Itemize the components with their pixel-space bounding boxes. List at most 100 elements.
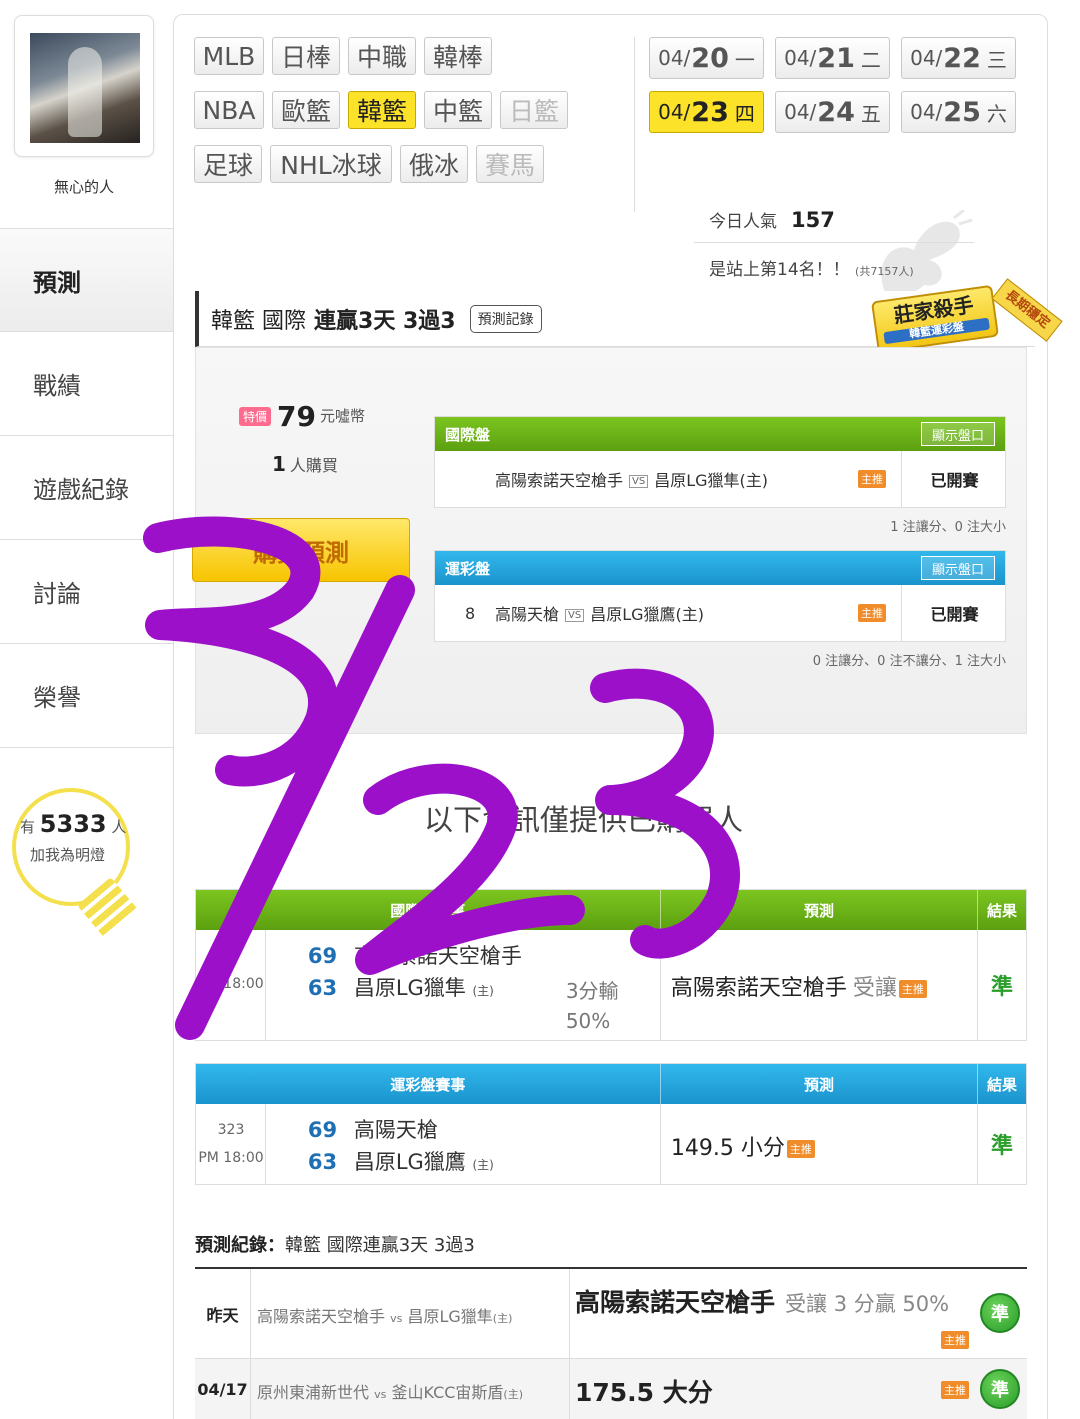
lottery-result-row: 323 PM 18:00 69 高陽天槍 63 昌原LG獵鷹 (主) 149.5 小… [196,1104,1026,1184]
sport-japan-basketball[interactable]: 日籃 [500,91,568,129]
buyer-label: 人購買 [289,456,338,475]
prediction: 高陽索諾天空槍手 受讓 主推 [671,970,927,1002]
record-table: 昨天 高陽索諾天空槍手 vs 昌原LG獵隼(主) 高陽索諾天空槍手 受讓 3 分贏… [195,1267,1027,1419]
lottery-result-header: 運彩盤賽事 預測 結果 [196,1064,1026,1104]
home-team: 釜山KCC宙斯盾 [391,1383,504,1402]
sport-korea-basketball[interactable]: 韓籃 [348,91,416,129]
date-day: 21 [817,42,855,74]
main-pick-tag: 主推 [898,980,927,998]
intl-odds-note: 1 注讓分、0 注大小 [890,520,1006,535]
buy-prediction-button[interactable]: 購買預測 [192,518,410,582]
home-line: 63 昌原LG獵隼 (主) [308,972,494,1002]
vs-icon: VS [565,609,585,622]
main-pick-tag: 主推 [941,1331,969,1349]
game-status: 已開賽 [901,451,1007,507]
vs-label: vs [390,1312,403,1325]
rank-total: (共7157人) [855,265,914,278]
date-0423[interactable]: 04/23 四 [649,91,764,133]
sidebar-nav: 預測 戰績 遊戲紀錄 討論 榮譽 [0,228,175,748]
sport-horse-racing[interactable]: 賽馬 [476,145,544,183]
sport-cpbl[interactable]: 中職 [348,37,416,75]
sidebar-item-honor[interactable]: 榮譽 [0,644,175,748]
home-tag: (主) [472,1158,494,1172]
date-month: 04/ [658,100,691,124]
username[interactable]: 無心的人 [0,176,168,197]
follow-lamp[interactable]: 有 5333 人 加我為明燈 [12,788,139,939]
date-0424[interactable]: 04/24 五 [775,91,890,133]
price-unit: 元噓幣 [319,407,365,425]
sport-euro-basketball[interactable]: 歐籃 [272,91,340,129]
date-weekday: 四 [734,101,755,126]
lottery-result-table: 運彩盤賽事 預測 結果 323 PM 18:00 69 高陽天槍 63 昌原LG獵鷹… [195,1063,1027,1185]
col-result: 結果 [987,901,1018,920]
date-day: 20 [691,42,729,74]
prediction-cell: 149.5 小分 主推 [661,1104,979,1184]
sport-npb[interactable]: 日棒 [272,37,340,75]
result-correct-icon: 準 [980,1369,1020,1409]
sport-kbo[interactable]: 韓棒 [424,37,492,75]
away-team: 高陽天槍 [495,605,560,624]
rank-text: 是站上第14名！！ [709,260,850,280]
record-title: 預測紀錄：韓籃 國際連贏3天 3過3 [195,1231,475,1257]
record-prediction: 高陽索諾天空槍手 受讓 3 分贏 50% [569,1269,969,1358]
card-streak: 連贏3天 3過3 [314,308,456,334]
date-weekday: 二 [860,47,881,72]
prediction-team: 高陽索諾天空槍手 [670,976,847,1001]
date-day: 22 [943,42,981,74]
prediction-record-button[interactable]: 預測記錄 [469,304,542,333]
record-row[interactable]: 昨天 高陽索諾天空槍手 vs 昌原LG獵隼(主) 高陽索諾天空槍手 受讓 3 分贏… [195,1269,1027,1359]
prediction: 149.5 小分 主推 [671,1130,815,1162]
away-team: 高陽天槍 [353,1118,438,1142]
record-title-label: 預測紀錄： [195,1235,285,1256]
avatar[interactable] [14,15,154,157]
date-month: 04/ [910,100,943,124]
sidebar-item-prediction[interactable]: 預測 [0,228,175,332]
sidebar-item-game-log[interactable]: 遊戲紀錄 [0,436,175,540]
sidebar-item-record[interactable]: 戰績 [0,332,175,436]
sidebar-item-discussion[interactable]: 討論 [0,540,175,644]
badge-long-term-tag: 長期穩定 [991,278,1063,342]
date-0420[interactable]: 04/20 一 [649,37,764,79]
sport-khl[interactable]: 俄冰 [400,145,468,183]
popularity-value: 157 [791,208,835,232]
show-odds-button[interactable]: 顯示盤口 [920,422,995,446]
lottery-odds-title: 運彩盤 [445,559,491,578]
sport-soccer[interactable]: 足球 [194,145,262,183]
show-odds-button[interactable]: 顯示盤口 [920,556,995,580]
spread-result: 3分輸 50% [566,976,619,1036]
intl-odds-table: 國際盤 顯示盤口 高陽索諾天空槍手 VS 昌原LG獵隼(主) 主推 已開賽 [434,416,1006,508]
away-team: 原州東浦新世代 [257,1383,370,1402]
sport-nhl[interactable]: NHL冰球 [270,145,392,183]
sport-china-basketball[interactable]: 中籃 [424,91,492,129]
follower-suffix: 人 [111,818,127,836]
date-day: 25 [943,96,981,128]
sport-nba[interactable]: NBA [194,91,264,129]
record-date: 昨天 [195,1269,251,1358]
date-month: 04/ [658,46,691,70]
date-0421[interactable]: 04/21 二 [775,37,890,79]
sport-mlb[interactable]: MLB [194,37,264,75]
prediction-detail: 受讓 3 分贏 50% [785,1292,950,1316]
header-divider [634,37,635,212]
intl-odds-title: 國際盤 [445,425,491,444]
badge-ribbon: 莊家殺手 韓籃運彩盤 [870,284,1000,354]
matchup: 高陽天槍 VS 昌原LG獵鷹(主) [495,601,704,625]
follower-prefix: 有 [20,818,36,836]
col-prediction: 預測 [661,890,979,930]
intl-result-header: 國際盤賽事 預測 結果 [196,890,1026,930]
date-weekday: 六 [986,101,1007,126]
follow-action[interactable]: 加我為明燈 [30,844,105,865]
special-price-tag: 特價 [239,407,272,426]
prediction-value: 149.5 小分 [670,1136,785,1161]
date-0422[interactable]: 04/22 三 [901,37,1016,79]
date-0425[interactable]: 04/25 六 [901,91,1016,133]
main-pick-tag: 主推 [786,1140,815,1158]
home-team: 昌原LG獵鷹 [353,1150,466,1174]
game-code: 8 [465,603,476,623]
home-score: 63 [307,1150,338,1174]
home-team: 昌原LG獵隼 [407,1307,493,1326]
record-row[interactable]: 04/17 原州東浦新世代 vs 釜山KCC宙斯盾(主) 175.5 大分 主推… [195,1359,1027,1419]
result-correct-icon: 準 [980,1293,1020,1333]
record-matchup: 高陽索諾天空槍手 vs 昌原LG獵隼(主) [257,1303,512,1327]
date-month: 04/ [784,100,817,124]
